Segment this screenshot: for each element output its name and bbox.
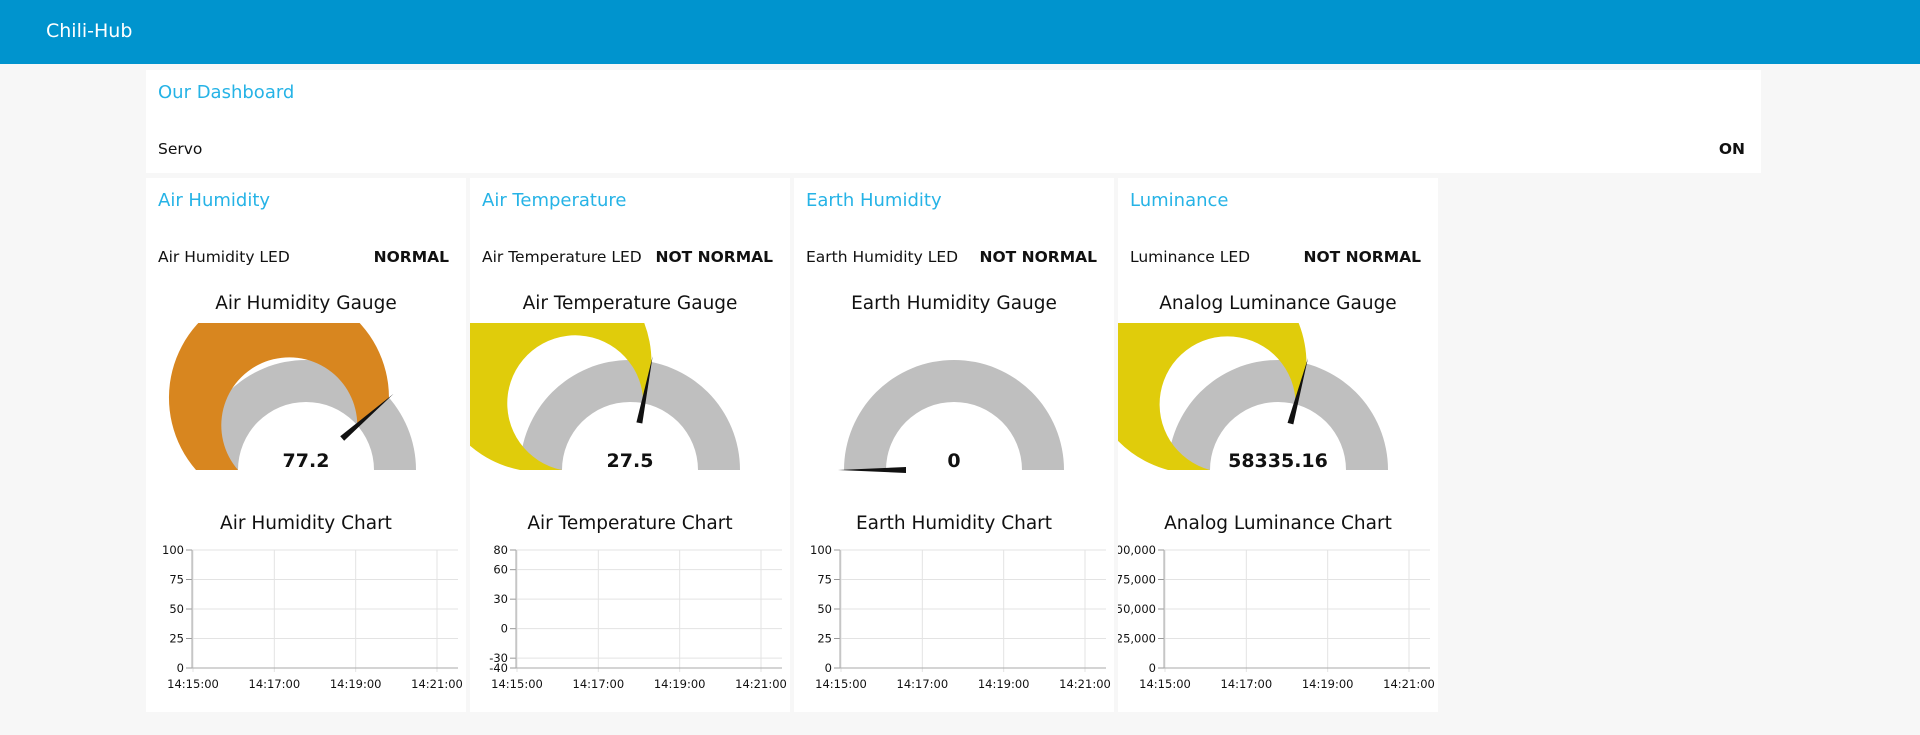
chart-title: Analog Luminance Chart [1164, 513, 1392, 534]
group-card-air-humidity: Air Humidity Air Humidity LED NORMAL Air… [146, 178, 466, 712]
chart-x-tick: 14:17:00 [249, 677, 301, 691]
chart-x-tick: 14:19:00 [1302, 677, 1354, 691]
chart-y-tick: 50 [169, 602, 184, 616]
chart-title: Earth Humidity Chart [855, 513, 1053, 534]
chart-y-tick: 0 [825, 661, 832, 675]
chart: 100 75 50 25 0 14:15:00 14:17:00 14:19:00 14:21:… [810, 543, 1111, 691]
led-status[interactable]: NOT NORMAL [656, 248, 774, 266]
gauge-title: Earth Humidity Gauge [851, 293, 1057, 314]
chart-x-tick: 14:21:00 [1383, 677, 1435, 691]
chart-x-tick: 14:15:00 [1139, 677, 1191, 691]
chart-y-tick: 75 [817, 573, 832, 587]
gauge: 58335.16lux0100000 [1118, 323, 1388, 472]
gauge: 27.5°C-4080 [470, 323, 740, 472]
gauge-title: Analog Luminance Gauge [1159, 293, 1397, 314]
chart-x-tick: 14:21:00 [411, 677, 463, 691]
group-title: Air Humidity [158, 190, 271, 211]
led-status[interactable]: NORMAL [374, 248, 449, 266]
chart-x-tick: 14:21:00 [1059, 677, 1111, 691]
chart-y-tick: 50,000 [1118, 602, 1156, 616]
chart-y-tick: 30 [493, 592, 508, 606]
chart-x-tick: 14:19:00 [978, 677, 1030, 691]
led-label: Earth Humidity LED [806, 248, 959, 266]
chart-y-tick: 25 [817, 632, 832, 646]
gauge-value: 77.2 [283, 450, 330, 472]
chart-y-tick: 80 [493, 543, 508, 557]
chart-y-tick: -40 [489, 661, 508, 675]
chart-y-tick: 0 [177, 661, 184, 675]
dashboard-title: Our Dashboard [158, 82, 295, 103]
led-status[interactable]: NOT NORMAL [1304, 248, 1422, 266]
chart-y-tick: 75,000 [1118, 573, 1156, 587]
chart-y-tick: 100 [162, 543, 184, 557]
chart: 100 75 50 25 0 14:15:00 14:17:00 14:19:00 14:21:… [162, 543, 463, 691]
chart-x-tick: 14:21:00 [735, 677, 787, 691]
servo-status[interactable]: ON [1719, 140, 1745, 158]
group-title: Luminance [1130, 190, 1229, 211]
dashboard-card: Our Dashboard Servo ON [146, 70, 1761, 173]
chart-y-tick: 50 [817, 602, 832, 616]
group-card-air-temperature: Air Temperature Air Temperature LED NOT … [470, 178, 790, 712]
app-title: Chili-Hub [46, 20, 133, 42]
group-title: Air Temperature [482, 190, 627, 211]
gauge-title: Air Humidity Gauge [215, 293, 397, 314]
chart-title: Air Temperature Chart [527, 513, 733, 534]
chart-y-tick: 60 [493, 563, 508, 577]
top-app-bar: Chili-Hub [0, 0, 1920, 64]
group-card-earth-humidity: Earth Humidity Earth Humidity LED NOT NO… [794, 178, 1114, 712]
group-card-luminance: Luminance Luminance LED NOT NORMAL Analo… [1118, 178, 1438, 712]
led-status[interactable]: NOT NORMAL [980, 248, 1098, 266]
chart-y-tick: 100 [810, 543, 832, 557]
chart-y-tick: 100,000 [1118, 543, 1156, 557]
led-label: Air Temperature LED [482, 248, 642, 266]
led-label: Luminance LED [1130, 248, 1251, 266]
gauge-value: 27.5 [607, 450, 654, 472]
gauge: 77.2%0100 [168, 323, 417, 472]
chart-y-tick: 0 [501, 622, 508, 636]
chart-x-tick: 14:19:00 [330, 677, 382, 691]
gauge-value: 0 [947, 450, 960, 472]
chart: 8060300-30-4014:15:00 14:17:00 14:19:00 14:… [489, 543, 787, 691]
chart-x-tick: 14:15:00 [815, 677, 867, 691]
chart-y-tick: 25 [169, 632, 184, 646]
chart: 100,000 75,000 50,000 25,000 0 14:15:00 14:17:… [1118, 543, 1435, 691]
chart-x-tick: 14:17:00 [1221, 677, 1273, 691]
led-label: Air Humidity LED [158, 248, 290, 266]
chart-x-tick: 14:15:00 [167, 677, 219, 691]
chart-y-tick: 25,000 [1118, 632, 1156, 646]
chart-title: Air Humidity Chart [220, 513, 392, 534]
gauge-value: 58335.16 [1228, 450, 1328, 472]
chart-y-tick: 75 [169, 573, 184, 587]
chart-x-tick: 14:17:00 [897, 677, 949, 691]
gauge-title: Air Temperature Gauge [522, 293, 738, 314]
chart-y-tick: 0 [1149, 661, 1156, 675]
chart-x-tick: 14:17:00 [573, 677, 625, 691]
chart-x-tick: 14:19:00 [654, 677, 706, 691]
group-title: Earth Humidity [806, 190, 942, 211]
chart-x-tick: 14:15:00 [491, 677, 543, 691]
gauge: 0%0100 [838, 359, 1064, 473]
servo-label: Servo [158, 140, 203, 158]
